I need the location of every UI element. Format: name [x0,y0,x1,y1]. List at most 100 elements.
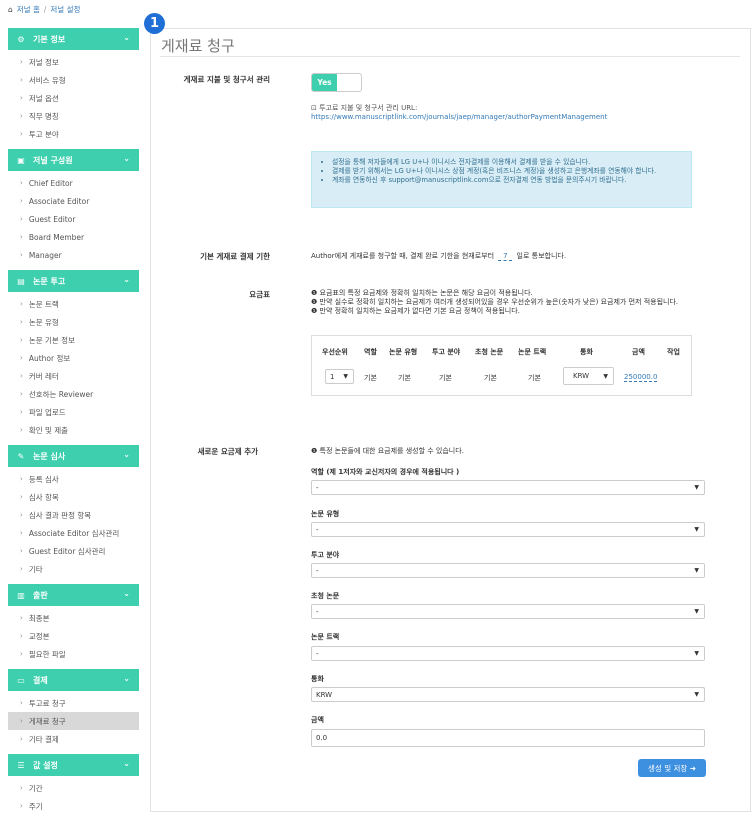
sidebar-item[interactable]: › 논문 트랙 [8,295,139,313]
amount-editable[interactable]: 250000.0 [624,373,658,382]
caret-down-icon: ▼ [694,691,699,698]
table-header: 통화 [580,348,593,356]
sidebar-section-header[interactable]: ▤ 논문 투고 ⌄ [8,270,139,292]
chevron-right-icon: › [20,565,23,573]
sidebar-item-label: 논문 트랙 [28,299,59,309]
sidebar-item-label: Guest Editor 심사관리 [28,546,106,556]
priority-select[interactable]: 1 ▼ [325,369,354,384]
track-field-label: 논문 트랙 [311,633,340,641]
chevron-right-icon: › [20,354,23,362]
sidebar-section-title: 논문 투고 [33,276,66,286]
sidebar-item[interactable]: › 직무 명칭 [8,107,139,125]
sidebar-item[interactable]: › Board Member [8,228,139,246]
type-select[interactable]: - ▼ [311,522,705,537]
chevron-right-icon: › [20,426,23,434]
sidebar-section-header[interactable]: ▭ 결제 ⌄ [8,669,139,691]
sidebar-item[interactable]: › 투고 분야 [8,125,139,143]
sidebar-item-label: 등록 심사 [28,474,59,484]
sidebar-item[interactable]: › 투고료 청구 [8,694,139,712]
sidebar-item[interactable]: › 교정본 [8,627,139,645]
create-save-button[interactable]: 생성 및 저장 ➜ [638,759,706,777]
sidebar-item[interactable]: › 파일 업로드 [8,403,139,421]
sidebar-item-label: 서비스 유형 [28,75,66,85]
chevron-right-icon: › [20,735,23,743]
sidebar-item[interactable]: › Associate Editor 심사관리 [8,524,139,542]
sidebar-item[interactable]: › Author 정보 [8,349,139,367]
deadline-text: Author에게 게재료를 청구할 때, 결제 완료 기한을 현재로부터 7 일… [311,252,567,261]
caret-down-icon: ▼ [343,373,348,380]
role-select[interactable]: - ▼ [311,480,705,495]
book-icon: ▥ [17,590,25,600]
sidebar-item-label: 저널 옵션 [28,93,59,103]
table-header: 역할 [364,348,377,356]
sidebar-group: ▥ 출판 ⌄ › 최종본 › 교정본 › 필요한 파일 [8,584,139,663]
payment-manage-label: 게재료 지불 및 청구서 관리 [183,75,270,84]
sidebar-section-title: 저널 구성원 [33,155,73,165]
sidebar-item[interactable]: › 기타 [8,560,139,578]
breadcrumb-home-link[interactable]: 저널 홈 [17,4,40,15]
chevron-down-icon: ⌄ [123,759,130,768]
info-item: 설정을 통해 저자들에게 LG U+나 이니시스 전자결제를 이용해서 결제를 … [332,158,683,167]
sidebar-item[interactable]: › 주기 [8,797,139,815]
breadcrumb: ⌂ 저널 홈 / 저널 설정 [8,4,80,15]
sidebar-item-label: Manager [28,250,62,260]
caret-down-icon: ▼ [694,484,699,491]
sidebar-section-title: 결제 [33,675,48,685]
currency-select[interactable]: KRW ▼ [563,367,614,385]
sidebar-item-label: 교정본 [28,631,50,641]
currency-form-select[interactable]: KRW ▼ [311,687,705,702]
sidebar-item[interactable]: › 기간 [8,779,139,797]
sidebar-item[interactable]: › 논문 유형 [8,313,139,331]
chevron-right-icon: › [20,197,23,205]
sidebar-section-header[interactable]: ⚙ 기본 정보 ⌄ [8,28,139,50]
sidebar-group: ▭ 결제 ⌄ › 투고료 청구 › 게재료 청구 › 기타 결제 [8,669,139,748]
sidebar-item[interactable]: › 커버 레터 [8,367,139,385]
sidebar-item[interactable]: › 논문 기본 정보 [8,331,139,349]
sidebar-item[interactable]: › 최종본 [8,609,139,627]
chevron-right-icon: › [20,614,23,622]
url-caption: ⊡ 투고료 지불 및 청구서 관리 URL: [311,104,418,112]
sidebar-item-label: 기타 결제 [28,734,59,744]
role-field-label: 역할 (제 1저자와 교신저자의 경우에 적용됩니다 ) [311,468,460,476]
sidebar-section-title: 기본 정보 [33,34,66,44]
sidebar-item[interactable]: › 필요한 파일 [8,645,139,663]
sidebar-section-header[interactable]: ✎ 논문 심사 ⌄ [8,445,139,467]
sidebar-item[interactable]: › 등록 심사 [8,470,139,488]
sidebar-section-header[interactable]: ☰ 값 설정 ⌄ [8,754,139,776]
sidebar-item[interactable]: › Chief Editor [8,174,139,192]
deadline-days-input[interactable]: 7 [498,252,513,261]
chevron-right-icon: › [20,215,23,223]
sidebar-item[interactable]: › 기타 결제 [8,730,139,748]
sidebar-item[interactable]: › 심사 항목 [8,488,139,506]
chevron-right-icon: › [20,300,23,308]
amount-input[interactable]: 0.0 [311,729,705,747]
table-header: 금액 [632,348,645,356]
sidebar-item[interactable]: › 확인 및 제출 [8,421,139,439]
sidebar-section-header[interactable]: ▥ 출판 ⌄ [8,584,139,606]
invited-select[interactable]: - ▼ [311,604,705,619]
payment-manage-toggle[interactable]: Yes [311,73,362,92]
info-box: 설정을 통해 저자들에게 LG U+나 이니시스 전자결제를 이용해서 결제를 … [311,151,692,208]
chevron-down-icon: ⌄ [123,674,130,683]
chevron-down-icon: ⌄ [123,450,130,459]
sidebar-section-header[interactable]: ▣ 저널 구성원 ⌄ [8,149,139,171]
sidebar-item[interactable]: › 게재료 청구 [8,712,139,730]
sidebar-item[interactable]: › 저널 정보 [8,53,139,71]
sidebar-item[interactable]: › Guest Editor [8,210,139,228]
sidebar-item[interactable]: › 심사 결과 판정 항목 [8,506,139,524]
field-select[interactable]: - ▼ [311,563,705,578]
sidebar-item-label: 커버 레터 [28,371,59,381]
sidebar-section-title: 출판 [33,590,48,600]
payment-url-link[interactable]: https://www.manuscriptlink.com/journals/… [311,113,607,121]
track-select[interactable]: - ▼ [311,646,705,661]
sidebar-item[interactable]: › 서비스 유형 [8,71,139,89]
breadcrumb-current-link[interactable]: 저널 설정 [50,4,80,15]
sidebar-item-label: 필요한 파일 [28,649,66,659]
sidebar-item[interactable]: › Guest Editor 심사관리 [8,542,139,560]
chevron-right-icon: › [20,408,23,416]
sidebar-item[interactable]: › 저널 옵션 [8,89,139,107]
sidebar-item[interactable]: › 선호하는 Reviewer [8,385,139,403]
sidebar-item[interactable]: › Associate Editor [8,192,139,210]
caret-down-icon: ▼ [694,650,699,657]
sidebar-item[interactable]: › Manager [8,246,139,264]
